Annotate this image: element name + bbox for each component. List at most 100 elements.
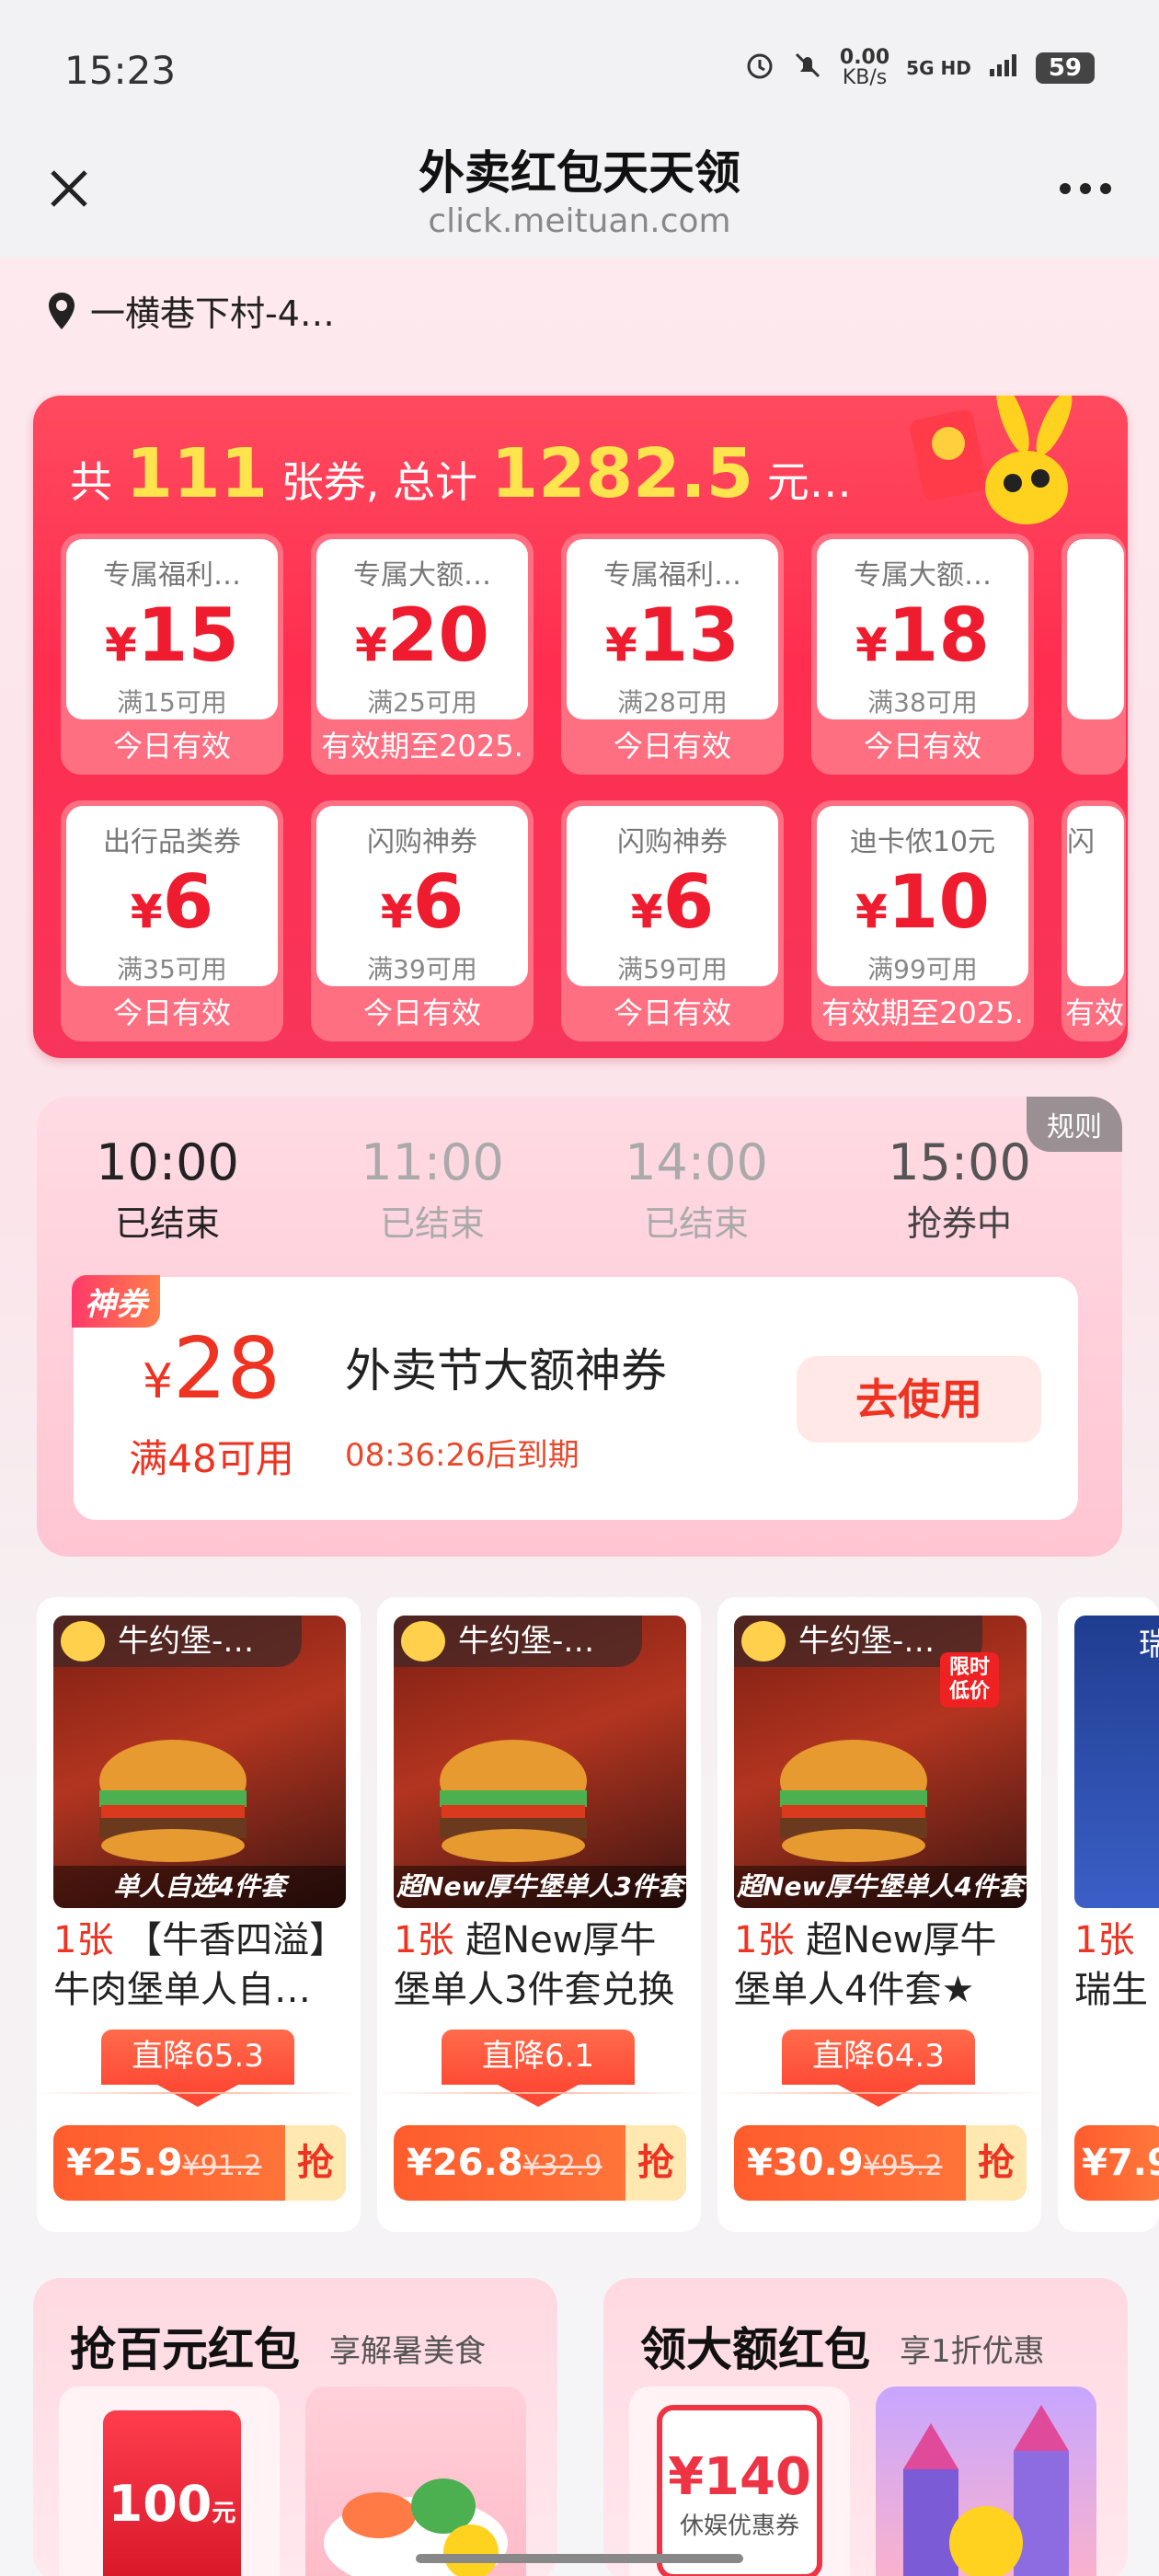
product-card-partial[interactable]: 瑞 1张瑞生椰 ¥7.9 xyxy=(1058,1597,1159,2232)
slot-status: 抢券中 xyxy=(906,1203,1012,1244)
coupon-condition: 满99可用 xyxy=(867,954,978,984)
coupon-validity: 今日有效 xyxy=(863,729,981,764)
time-slot[interactable]: 10:00 已结束 xyxy=(75,1133,259,1246)
coupon-card[interactable]: 专属福利… ¥15 满15可用 今日有效 xyxy=(61,534,283,775)
coupon-card[interactable]: 专属大额… ¥20 满25可用 有效期至2025. xyxy=(311,534,534,775)
coupon-count: 111 xyxy=(125,434,269,513)
card-subtitle: 享解暑美食 xyxy=(329,2333,486,2370)
shop-logo xyxy=(741,1621,786,1662)
coupon-condition: 满38可用 xyxy=(867,687,978,718)
burger-illustration xyxy=(780,1740,927,1862)
red-packet-card[interactable]: 抢百元红包 享解暑美食 100元 xyxy=(33,2278,557,2576)
coupon-total: 1282.5 xyxy=(490,434,754,513)
product-title: 1张 【牛香四溢】牛肉堡单人自… xyxy=(53,1919,347,2011)
net-speed: 0.00 xyxy=(839,46,890,69)
coupon-amount: ¥6 xyxy=(630,859,715,945)
coupon-card[interactable]: 出行品类券 ¥6 满35可用 今日有效 xyxy=(61,800,283,1041)
grab-button[interactable]: 抢 xyxy=(285,2125,346,2201)
more-button[interactable] xyxy=(1049,156,1122,221)
network-type: 5G HD xyxy=(906,57,971,79)
status-bar: 15:23 0.00 KB/s 5G HD 59 xyxy=(0,0,1159,138)
coupon-validity: 今日有效 xyxy=(362,995,481,1030)
mute-icon xyxy=(792,50,823,87)
coupon-amount: ¥13 xyxy=(604,592,740,678)
red-packet-tile[interactable]: 100元 xyxy=(59,2386,280,2576)
slot-time: 10:00 xyxy=(96,1133,239,1191)
limited-price-badge: 限时低价 xyxy=(940,1652,999,1708)
location-pin-icon xyxy=(49,292,75,329)
coupon-validity: 有效期至2025. xyxy=(321,729,523,764)
coupon-card-partial[interactable] xyxy=(1061,534,1126,775)
coupon-label: 迪卡侬10元 xyxy=(849,826,996,858)
time-slot[interactable]: 11:00 已结束 xyxy=(340,1133,524,1246)
coupon-amount: ¥10 xyxy=(855,859,991,945)
divider xyxy=(377,2092,701,2094)
top-bar: 外卖红包天天领 click.meituan.com xyxy=(0,129,1159,258)
card-subtitle: 享1折优惠 xyxy=(900,2333,1045,2370)
coupon-amount: ¥6 xyxy=(380,859,465,945)
coupon-card[interactable]: 闪购神券 ¥6 满59可用 今日有效 xyxy=(561,800,784,1041)
coupon-label: 专属福利… xyxy=(103,559,241,592)
coupon-condition: 满59可用 xyxy=(617,954,728,984)
burger-illustration xyxy=(440,1740,587,1862)
voucher-icon: ¥140 休娱优惠券 xyxy=(657,2405,822,2576)
voucher-tile[interactable]: ¥140 休娱优惠券 xyxy=(629,2386,850,2576)
signal-icon xyxy=(988,52,1019,85)
product-banner: 单人自选4件套 xyxy=(53,1866,346,1908)
price-bar[interactable]: ¥26.8¥32.9 抢 xyxy=(394,2125,686,2201)
castle-illustration xyxy=(903,2405,1069,2576)
slot-time: 11:00 xyxy=(361,1133,504,1191)
amusement-tile[interactable] xyxy=(876,2386,1096,2576)
coupon-label: 出行品类券 xyxy=(103,826,241,858)
net-unit: KB/s xyxy=(842,66,888,89)
shop-logo xyxy=(61,1621,105,1662)
big-red-packet-card[interactable]: 领大额红包 享1折优惠 ¥140 休娱优惠券 xyxy=(603,2278,1128,2576)
product-title: 1张瑞生椰 xyxy=(1074,1919,1148,2011)
coupon-label: 闪购神券 xyxy=(367,826,477,858)
super-coupon-name: 外卖节大额神券 xyxy=(345,1344,667,1397)
location-selector[interactable]: 一横巷下村-4… xyxy=(46,285,335,336)
grab-button[interactable]: 抢 xyxy=(966,2125,1027,2201)
coupon-card[interactable]: 闪购神券 ¥6 满39可用 今日有效 xyxy=(311,800,534,1041)
price-bar[interactable]: ¥25.9¥91.2 抢 xyxy=(53,2125,346,2201)
home-indicator[interactable] xyxy=(416,2554,743,2563)
bottom-promo-cards: 抢百元红包 享解暑美食 100元 领大额红包 享1折优惠 ¥140 休娱优惠券 xyxy=(33,2278,1128,2576)
page-content: 一横巷下村-4… 共 111 张券, 总计 1282.5 元… 专属福利… ¥1… xyxy=(0,258,1159,2576)
product-image: 牛约堡-… 限时低价 超New厚牛堡单人4件套 xyxy=(734,1616,1027,1908)
coupon-label: 专属大额… xyxy=(353,559,491,592)
coupon-card[interactable]: 专属福利… ¥13 满28可用 今日有效 xyxy=(561,534,784,775)
status-icons: 0.00 KB/s 5G HD 59 xyxy=(744,48,1095,88)
time-slot[interactable]: 14:00 已结束 xyxy=(604,1133,788,1246)
coupon-amount: ¥20 xyxy=(354,592,490,678)
current-price: ¥30.9 xyxy=(747,2142,864,2184)
coupon-condition: 满25可用 xyxy=(367,687,477,718)
product-image: 牛约堡-… 单人自选4件套 xyxy=(53,1616,346,1908)
divider xyxy=(717,2092,1041,2094)
coupon-validity: 今日有效 xyxy=(613,729,731,764)
alarm-icon xyxy=(744,50,775,87)
food-tile[interactable] xyxy=(305,2386,526,2576)
super-coupon-card: 神券 ¥28 满48可用 外卖节大额神券 08:36:26后到期 去使用 xyxy=(72,1275,1078,1520)
coupon-amount: ¥6 xyxy=(130,859,214,945)
page-url: click.meituan.com xyxy=(428,202,731,240)
card-title: 抢百元红包 xyxy=(70,2323,300,2376)
grab-button[interactable]: 抢 xyxy=(625,2125,686,2201)
price-bar[interactable]: ¥30.9¥95.2 抢 xyxy=(734,2125,1027,2201)
coupon-card[interactable]: 专属大额… ¥18 满38可用 今日有效 xyxy=(811,534,1034,775)
time-slot-current[interactable]: 15:00 抢券中 xyxy=(867,1133,1051,1246)
coupon-condition: 满15可用 xyxy=(117,687,227,718)
price-drop-badge: 直降65.3 xyxy=(101,2030,294,2107)
battery-icon: 59 xyxy=(1035,52,1095,84)
coupon-card-partial[interactable]: 闪 有效 xyxy=(1061,800,1126,1041)
use-coupon-button[interactable]: 去使用 xyxy=(797,1356,1041,1443)
coupon-summary[interactable]: 共 111 张券, 总计 1282.5 元… xyxy=(70,434,852,513)
product-card[interactable]: 牛约堡-… 限时低价 超New厚牛堡单人4件套 1张 超New厚牛堡单人4件套★… xyxy=(717,1597,1041,2232)
coupon-validity: 有效 xyxy=(1065,995,1125,1030)
product-card[interactable]: 牛约堡-… 单人自选4件套 1张 【牛香四溢】牛肉堡单人自… 直降65.3 ¥2… xyxy=(37,1597,361,2232)
price-bar[interactable]: ¥7.9 xyxy=(1074,2125,1159,2201)
burger-illustration xyxy=(99,1740,247,1862)
coupon-card[interactable]: 迪卡侬10元 ¥10 满99可用 有效期至2025. xyxy=(811,800,1034,1041)
super-coupon-tag: 神券 xyxy=(72,1275,160,1328)
product-card[interactable]: 牛约堡-… 超New厚牛堡单人3件套 1张 超New厚牛堡单人3件套兑换券 直降… xyxy=(377,1597,701,2232)
status-time: 15:23 xyxy=(64,48,177,93)
